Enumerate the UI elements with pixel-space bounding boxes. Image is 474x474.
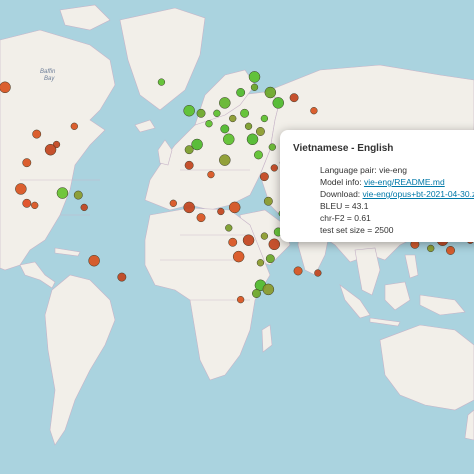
chrf-score: chr-F2 = 0.61 (320, 213, 371, 223)
language-marker[interactable] (196, 108, 206, 118)
language-marker[interactable] (244, 122, 253, 130)
language-marker[interactable] (262, 283, 275, 296)
language-marker[interactable] (213, 109, 221, 117)
language-marker[interactable] (219, 154, 231, 166)
language-marker[interactable] (22, 198, 32, 208)
language-marker[interactable] (248, 71, 261, 83)
language-marker[interactable] (293, 266, 303, 276)
popup-body: Language pair: vie-eng Model info: vie-e… (320, 164, 474, 236)
language-marker[interactable] (196, 213, 206, 223)
model-label: Model info: (320, 177, 364, 187)
language-marker[interactable] (184, 160, 194, 170)
popup-pair-row: Language pair: vie-eng (320, 164, 474, 176)
language-marker[interactable] (268, 143, 276, 151)
language-marker[interactable] (223, 133, 235, 146)
language-marker[interactable] (240, 108, 250, 118)
language-marker[interactable] (88, 254, 100, 267)
pair-label: Language pair: (320, 165, 380, 175)
language-marker[interactable] (207, 170, 215, 179)
language-marker[interactable] (157, 78, 166, 86)
language-marker[interactable] (15, 183, 27, 195)
language-marker[interactable] (263, 196, 273, 206)
world-map[interactable]: Baffin Bay Vietnamese - English Language … (0, 0, 474, 474)
language-marker[interactable] (242, 234, 255, 246)
language-marker[interactable] (205, 120, 213, 128)
language-marker[interactable] (56, 187, 69, 199)
language-marker[interactable] (260, 232, 269, 240)
language-marker[interactable] (183, 104, 195, 117)
language-marker[interactable] (252, 289, 261, 298)
model-info-link[interactable]: vie-eng/README.md (364, 177, 445, 187)
language-marker[interactable] (22, 158, 32, 168)
language-marker[interactable] (246, 133, 259, 146)
popup-title: Vietnamese - English (293, 143, 394, 154)
language-marker[interactable] (264, 86, 277, 99)
language-marker[interactable] (228, 201, 241, 214)
language-marker[interactable] (427, 244, 435, 253)
language-marker[interactable] (254, 150, 263, 160)
language-marker[interactable] (31, 201, 39, 210)
language-marker[interactable] (259, 172, 269, 182)
language-marker[interactable] (256, 259, 265, 267)
test-set-size: test set size = 2500 (320, 225, 394, 235)
language-marker[interactable] (0, 81, 11, 94)
download-label: Download: (320, 189, 363, 199)
language-marker[interactable] (268, 238, 281, 251)
language-marker[interactable] (217, 207, 225, 216)
language-marker[interactable] (260, 114, 269, 123)
language-marker[interactable] (32, 129, 42, 139)
bleu-score: BLEU = 43.1 (320, 201, 369, 211)
language-marker[interactable] (169, 199, 177, 207)
language-marker[interactable] (183, 201, 195, 214)
pair-value: vie-eng (379, 165, 407, 175)
language-marker[interactable] (236, 88, 246, 97)
language-popup: Vietnamese - English Language pair: vie-… (280, 130, 474, 242)
popup-download-row: Download: vie-eng/opus+bt-2021-04-30.zi (320, 188, 474, 200)
language-marker[interactable] (219, 97, 231, 109)
language-marker[interactable] (44, 143, 57, 156)
language-marker[interactable] (265, 254, 275, 264)
language-marker[interactable] (232, 250, 245, 263)
language-marker[interactable] (117, 272, 127, 282)
language-marker[interactable] (310, 107, 318, 115)
language-marker[interactable] (225, 224, 233, 232)
language-marker[interactable] (289, 93, 299, 103)
language-marker[interactable] (272, 97, 285, 109)
language-marker[interactable] (255, 127, 265, 136)
language-marker[interactable] (250, 83, 259, 91)
language-marker[interactable] (184, 145, 194, 155)
popup-model-row: Model info: vie-eng/README.md (320, 176, 474, 188)
language-marker[interactable] (80, 203, 88, 212)
language-marker[interactable] (270, 164, 278, 172)
language-marker[interactable] (314, 269, 322, 277)
download-link[interactable]: vie-eng/opus+bt-2021-04-30.zi (363, 189, 474, 199)
language-marker[interactable] (73, 190, 83, 200)
language-marker[interactable] (446, 246, 455, 255)
language-marker[interactable] (228, 237, 238, 247)
language-marker[interactable] (236, 296, 245, 304)
language-marker[interactable] (220, 124, 230, 134)
language-marker[interactable] (229, 114, 237, 123)
language-marker[interactable] (70, 122, 78, 130)
